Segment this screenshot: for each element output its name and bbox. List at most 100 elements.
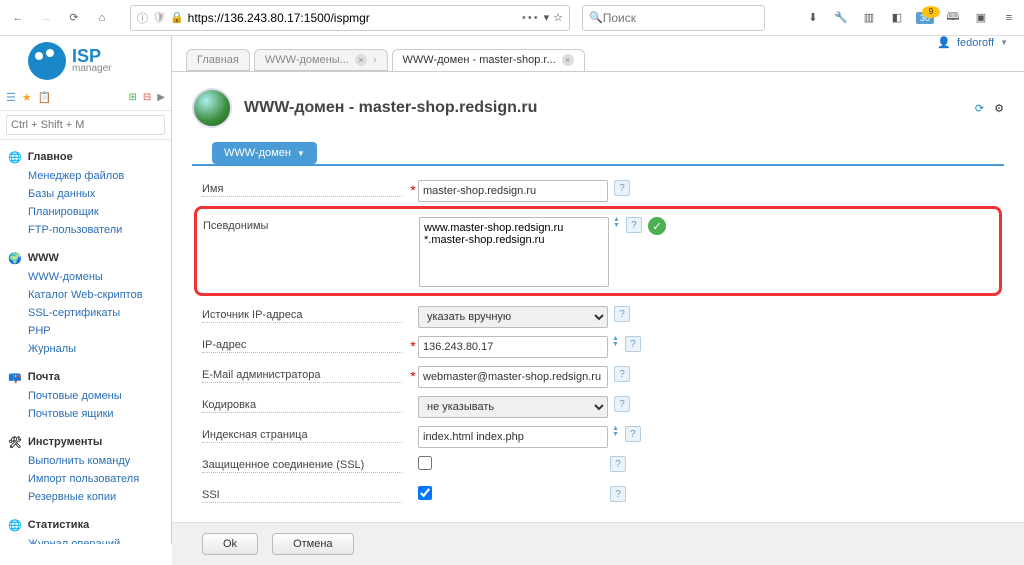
input-ip[interactable] — [418, 336, 608, 358]
index-stepper[interactable]: ▲▼ — [612, 426, 619, 438]
tabs: Главная WWW-домены...×› WWW-домен - mast… — [172, 49, 1024, 72]
www-icon: 🌍 — [8, 252, 22, 265]
select-encoding[interactable]: не указывать — [418, 396, 608, 418]
select-ipsrc[interactable]: указать вручную — [418, 306, 608, 328]
refresh-icon[interactable]: ⟳ — [975, 102, 984, 115]
nav-item-databases[interactable]: Базы данных — [28, 185, 171, 203]
section-header[interactable]: WWW-домен ▼ — [212, 142, 317, 164]
input-index[interactable] — [418, 426, 608, 448]
nav-item-backup[interactable]: Резервные копии — [28, 488, 171, 506]
nav-item-filemanager[interactable]: Менеджер файлов — [28, 167, 171, 185]
required-mark: * — [408, 368, 418, 384]
tab-wwwdomains[interactable]: WWW-домены...×› — [254, 49, 388, 71]
sidebar-search — [0, 111, 171, 140]
url-bar[interactable]: ⓘ 🛡 🔒 ••• ▾ ☆ — [130, 5, 570, 31]
page-actions-icon[interactable]: ••• — [522, 12, 540, 24]
checkbox-ssi[interactable] — [418, 486, 432, 500]
nav-group-www[interactable]: 🌍WWW — [8, 249, 171, 268]
lock-icon: 🔒 — [170, 11, 184, 24]
browser-toolbar: ← → ⟳ ⌂ ⓘ 🛡 🔒 ••• ▾ ☆ 🔍 ⬇ 🔧 ▥ ◧ 309 🕮 ▣ … — [0, 0, 1024, 36]
help-icon[interactable]: ? — [626, 217, 642, 233]
help-icon[interactable]: ? — [610, 486, 626, 502]
nav-item-wwwdomains[interactable]: WWW-домены — [28, 268, 171, 286]
shield-icon: 🛡 — [152, 11, 166, 24]
label-name: Имя — [202, 183, 402, 197]
star-icon[interactable]: ★ — [22, 91, 32, 104]
label-aliases: Псевдонимы — [203, 220, 403, 233]
ip-stepper[interactable]: ▲▼ — [612, 336, 619, 348]
input-name[interactable] — [418, 180, 608, 202]
nav-item-import[interactable]: Импорт пользователя — [28, 470, 171, 488]
nav-head-label: Инструменты — [28, 436, 102, 448]
nav-item-php[interactable]: PHP — [28, 322, 171, 340]
cancel-button[interactable]: Отмена — [272, 533, 353, 555]
alias-stepper[interactable]: ▲▼ — [613, 217, 620, 229]
nav-item-cron[interactable]: Планировщик — [28, 203, 171, 221]
tab-wwwdomain-edit[interactable]: WWW-домен - master-shop.r... × — [392, 49, 585, 71]
help-icon[interactable]: ? — [614, 366, 630, 382]
logo-subtext: manager — [72, 63, 111, 74]
bookmark-star-icon[interactable]: ☆ — [553, 11, 563, 24]
nav-group-mail[interactable]: 📪Почта — [8, 368, 171, 387]
pin-icon[interactable]: ▶ — [157, 92, 165, 103]
input-email[interactable] — [418, 366, 608, 388]
search-bar[interactable]: 🔍 — [582, 5, 765, 31]
help-icon[interactable]: ? — [625, 336, 641, 352]
textarea-aliases[interactable] — [419, 217, 609, 287]
expand-icon[interactable]: ⊞ — [129, 92, 137, 103]
user-dropdown-icon[interactable]: ▼ — [1000, 38, 1008, 47]
calendar-icon[interactable]: 309 — [916, 12, 934, 24]
tab-label: WWW-домены... — [265, 54, 349, 66]
extensions-icon[interactable]: ▣ — [972, 11, 990, 24]
save-icon[interactable]: 🕮 — [944, 8, 962, 27]
section-separator — [192, 164, 1004, 166]
dev-icon[interactable]: 🔧 — [832, 11, 850, 24]
highlight-aliases: Псевдонимы ▲▼ ? ✓ — [194, 206, 1002, 296]
nav-item-logs[interactable]: Журналы — [28, 340, 171, 358]
help-icon[interactable]: ? — [625, 426, 641, 442]
nav-head-label: Главное — [28, 151, 73, 163]
chevron-down-icon: ▼ — [297, 149, 305, 158]
back-icon[interactable]: ← — [6, 6, 30, 30]
label-index: Индексная страница — [202, 429, 402, 443]
tab-home[interactable]: Главная — [186, 49, 250, 71]
info-icon[interactable]: ⓘ — [137, 10, 148, 26]
user-link[interactable]: fedoroff — [957, 37, 994, 49]
help-icon[interactable]: ? — [614, 396, 630, 412]
nav-item-oplog[interactable]: Журнал операций — [28, 535, 171, 544]
checkbox-ssl[interactable] — [418, 456, 432, 470]
section-label: WWW-домен — [224, 147, 291, 159]
nav-item-shell[interactable]: Выполнить команду — [28, 452, 171, 470]
ok-button[interactable]: Ok — [202, 533, 258, 555]
library-icon[interactable]: ▥ — [860, 11, 878, 24]
collapse-icon[interactable]: ⊟ — [143, 92, 151, 103]
clipboard-icon[interactable]: 📋 — [38, 91, 52, 104]
nav-group-main[interactable]: 🌐Главное — [8, 148, 171, 167]
reload-icon[interactable]: ⟳ — [62, 6, 86, 30]
sidebar-icon[interactable]: ◧ — [888, 11, 906, 24]
sidebar-search-input[interactable] — [6, 115, 165, 135]
label-ip: IP-адрес — [202, 339, 402, 353]
close-icon[interactable]: × — [355, 54, 367, 66]
nav-group-tools[interactable]: 🛠Инструменты — [8, 433, 171, 452]
nav-item-ssl[interactable]: SSL-сертификаты — [28, 304, 171, 322]
nav-item-webscripts[interactable]: Каталог Web-скриптов — [28, 286, 171, 304]
nav-item-maildomains[interactable]: Почтовые домены — [28, 387, 171, 405]
nav-item-ftp[interactable]: FTP-пользователи — [28, 221, 171, 239]
nav-group-stats[interactable]: 🌐Статистика — [8, 516, 171, 535]
url-input[interactable] — [188, 11, 518, 25]
help-icon[interactable]: ? — [614, 306, 630, 322]
home-icon[interactable]: ⌂ — [90, 6, 114, 30]
settings-icon[interactable]: ⚙ — [994, 102, 1004, 115]
download-icon[interactable]: ⬇ — [804, 11, 822, 24]
reader-icon[interactable]: ▾ — [544, 11, 550, 24]
help-icon[interactable]: ? — [614, 180, 630, 196]
menu-icon[interactable]: ≡ — [1000, 12, 1018, 24]
tab-label: WWW-домен - master-shop.r... — [403, 54, 556, 66]
nav-item-mailboxes[interactable]: Почтовые ящики — [28, 405, 171, 423]
app-logo: ISPmanager — [28, 42, 111, 80]
search-input[interactable] — [603, 11, 758, 25]
help-icon[interactable]: ? — [610, 456, 626, 472]
tree-icon[interactable]: ☰ — [6, 91, 16, 104]
close-icon[interactable]: × — [562, 54, 574, 66]
